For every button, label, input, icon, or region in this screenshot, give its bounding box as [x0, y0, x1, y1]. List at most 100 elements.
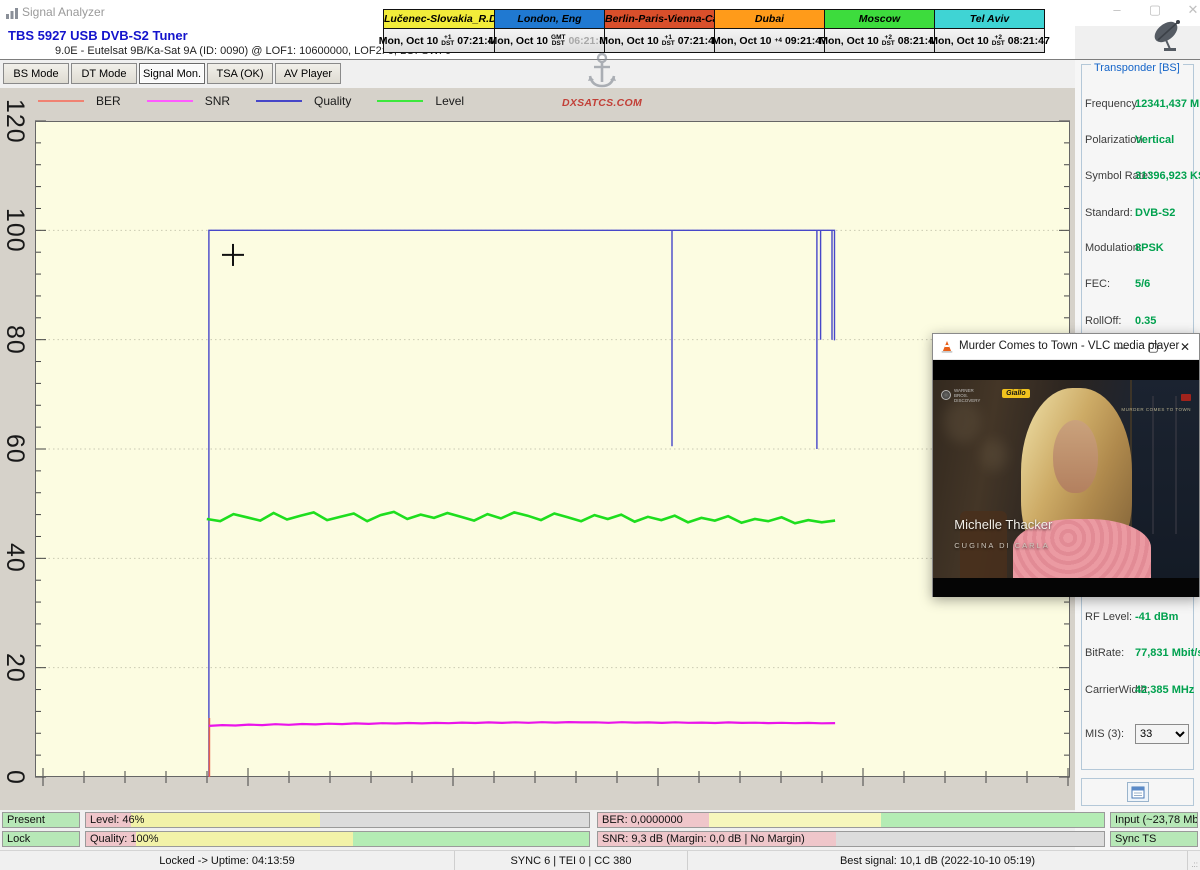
legend-item: BER	[38, 94, 121, 108]
report-button[interactable]	[1127, 782, 1149, 802]
transponder-row-value: 77,831 Mbit/s	[1135, 647, 1200, 659]
tab-signal-mon[interactable]: Signal Mon.	[139, 63, 205, 84]
clock-timezone: +2DST	[992, 35, 1005, 47]
resize-grip[interactable]: .::	[1188, 851, 1200, 870]
network-logo-text: warner bros. discovery	[954, 388, 988, 403]
clock-city: Berlin-Paris-Vienna-Cairo	[605, 10, 714, 29]
vlc-video-area[interactable]: warner bros. discovery Giallo MURDER COM…	[933, 360, 1199, 597]
transponder-row-value: 0.35	[1135, 315, 1156, 327]
signal-bar-sync-ts: Sync TS	[1110, 831, 1198, 847]
legend-item: Level	[377, 94, 464, 108]
legend-item: SNR	[147, 94, 230, 108]
y-axis-label: 60	[3, 409, 29, 489]
transponder-row-value: 12341,437 MHz	[1135, 98, 1200, 110]
signal-bar-present: Present	[2, 812, 80, 828]
transponder-row-label: FEC:	[1085, 278, 1110, 290]
clock-date: Mon, Oct 10	[819, 35, 879, 47]
chart-legend: BERSNRQualityLevel	[38, 94, 464, 108]
report-button-box	[1081, 778, 1194, 806]
vlc-minimize-button[interactable]: —	[1105, 334, 1137, 360]
vlc-maximize-button[interactable]: ▢	[1137, 334, 1169, 360]
mode-tabs: BS ModeDT ModeSignal Mon.TSA (OK)AV Play…	[3, 63, 341, 84]
clock-date: Mon, Oct 10	[929, 35, 989, 47]
app-icon	[5, 6, 19, 20]
signal-bar-input-23-78-mbps: Input (~23,78 Mbps)	[1110, 812, 1198, 828]
clock-time-row: Mon, Oct 10+1DST07:21:47	[605, 29, 714, 52]
watermark-text: DXSATCS.COM	[556, 97, 648, 109]
anchor-icon	[585, 52, 619, 92]
signal-bar-label: Input (~23,78 Mbps)	[1115, 814, 1198, 826]
statusbar-section: Best signal: 10,1 dB (2022-10-10 05:19)	[688, 851, 1188, 870]
transponder-row-value: DVB-S2	[1135, 207, 1175, 219]
video-letterbox-bottom	[933, 578, 1199, 597]
legend-swatch-icon	[38, 100, 84, 102]
transponder-row-value: 42,385 MHz	[1135, 684, 1194, 696]
clock-date: Mon, Oct 10	[489, 35, 549, 47]
minimize-button[interactable]: –	[1102, 2, 1132, 22]
channel-badge: Giallo	[1002, 389, 1029, 398]
clock-time: 08:21:47	[1008, 35, 1050, 47]
y-axis-label: 0	[3, 737, 29, 817]
clock-city: Dubai	[715, 10, 824, 29]
y-axis-label: 20	[3, 628, 29, 708]
signal-monitor-plot[interactable]	[35, 121, 1070, 793]
legend-label: SNR	[205, 94, 230, 108]
tab-tsa-ok[interactable]: TSA (OK)	[207, 63, 273, 84]
y-axis-label: 120	[3, 81, 29, 161]
clock-time-row: Mon, Oct 10+2DST08:21:47	[825, 29, 934, 52]
dxsatcs-watermark: DXSATCS.COM	[556, 52, 648, 109]
world-clock: Tel AvivMon, Oct 10+2DST08:21:47	[934, 10, 1044, 52]
vlc-titlebar: Murder Comes to Town - VLC media player …	[933, 334, 1199, 360]
transponder-title: Transponder [BS]	[1091, 62, 1183, 74]
tab-av-player[interactable]: AV Player	[275, 63, 341, 84]
mis-select[interactable]: 33	[1135, 724, 1189, 744]
tab-dt-mode[interactable]: DT Mode	[71, 63, 137, 84]
satellite-dish-icon	[1148, 16, 1188, 54]
clock-time-row: Mon, Oct 10GMTDST06:21:47	[495, 29, 604, 52]
clock-timezone: +1DST	[662, 35, 675, 47]
clock-time-row: Mon, Oct 10+1DST07:21:47	[384, 29, 494, 52]
signal-bar-ber: BER: 0,0000000	[597, 812, 1105, 828]
world-clock: Berlin-Paris-Vienna-CairoMon, Oct 10+1DS…	[604, 10, 714, 52]
clock-timezone: GMTDST	[551, 35, 565, 47]
world-clock: London, EngMon, Oct 10GMTDST06:21:47	[494, 10, 604, 52]
clock-city: London, Eng	[495, 10, 604, 29]
network-globe-icon	[941, 390, 951, 400]
legend-label: Level	[435, 94, 464, 108]
clock-timezone: +4	[775, 38, 782, 44]
signal-bar-quality: Quality: 100%	[85, 831, 590, 847]
window-title: Signal Analyzer	[22, 5, 105, 19]
clock-timezone: +1DST	[441, 35, 454, 47]
signal-bar-level: Level: 46%	[85, 812, 590, 828]
network-logo: warner bros. discovery	[941, 388, 988, 403]
person-face	[1053, 420, 1098, 493]
y-axis-label: 40	[3, 518, 29, 598]
report-list-icon	[1131, 786, 1145, 799]
chart-region: BERSNRQualityLevel 120100806040200	[0, 88, 1075, 810]
transponder-row-label: Frequency:	[1085, 98, 1140, 110]
clock-city: Tel Aviv	[935, 10, 1044, 29]
signal-bar-lock: Lock	[2, 831, 80, 847]
tab-bs-mode[interactable]: BS Mode	[3, 63, 69, 84]
transponder-row-value: Vertical	[1135, 134, 1174, 146]
world-clocks: Lučenec-Slovakia_R.DávidMon, Oct 10+1DST…	[383, 9, 1045, 53]
transponder-row-value: 31396,923 KS/s	[1135, 170, 1200, 182]
vlc-window: Murder Comes to Town - VLC media player …	[932, 333, 1200, 597]
signal-bar-label: Sync TS	[1115, 833, 1156, 845]
clock-date: Mon, Oct 10	[379, 35, 439, 47]
clock-time-row: Mon, Oct 10+2DST08:21:47	[935, 29, 1044, 52]
clock-time-row: Mon, Oct 10+409:21:47	[715, 29, 824, 52]
video-scene: warner bros. discovery Giallo MURDER COM…	[933, 380, 1199, 578]
tuner-title: TBS 5927 USB DVB-S2 Tuner	[8, 28, 188, 43]
world-clock: Lučenec-Slovakia_R.DávidMon, Oct 10+1DST…	[384, 10, 494, 52]
statusbar: Locked -> Uptime: 04:13:59SYNC 6 | TEI 0…	[0, 850, 1200, 870]
signal-bar-label: Present	[7, 814, 45, 826]
lower-third-role: CUGINA DI CARLA	[954, 541, 1049, 550]
clock-city: Lučenec-Slovakia_R.Dávid	[384, 10, 494, 29]
signal-bar-label: Quality: 100%	[90, 833, 158, 845]
show-red-badge-icon	[1181, 394, 1191, 401]
vlc-close-button[interactable]: ✕	[1169, 334, 1200, 360]
transponder-row-label: RF Level:	[1085, 611, 1132, 623]
world-clock: DubaiMon, Oct 10+409:21:47	[714, 10, 824, 52]
transponder-row-value: 5/6	[1135, 278, 1150, 290]
